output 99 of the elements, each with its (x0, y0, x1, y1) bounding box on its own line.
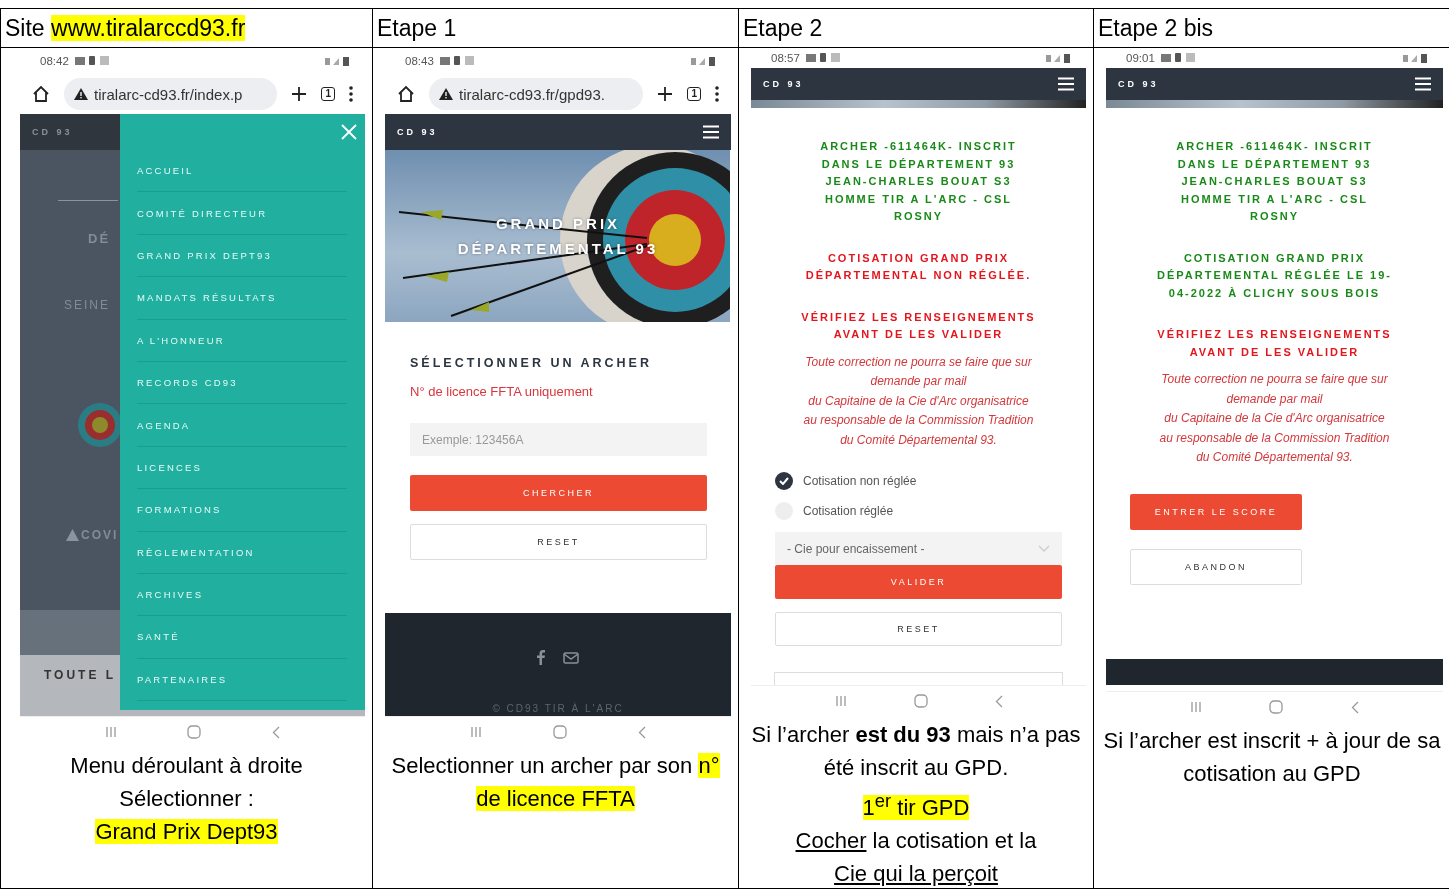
outline-button[interactable]: ABANDON (1130, 548, 1302, 585)
check-icon (779, 477, 789, 485)
status-heading: ARCHER -611464K- INSCRIT DANS LE DÉPARTEMENT 93 JEAN-CHARLES BOUAT S3 HOMME TIR A L'ARC - CSL ROSNY (819, 139, 1018, 224)
submit-button[interactable]: CHERCHER (410, 475, 707, 511)
recent-apps-icon[interactable] (1189, 701, 1202, 713)
radio-label: Cotisation réglée (803, 504, 894, 518)
menu-icon[interactable] (703, 125, 719, 139)
signal-battery-drawing (691, 56, 717, 66)
back-icon[interactable] (637, 725, 646, 739)
signal-battery-drawing (1046, 53, 1072, 63)
notice-text: Toute correction ne pourra se faire que sur demande par mail du Capitaine de la Cie d'Arc organisatrice au responsable de la Commission Tradition du Comité Départemental 93. (1158, 371, 1391, 466)
signal-battery-drawing (1403, 53, 1429, 63)
status-heading: VÉRIFIEZ LES RENSEIGNEMENTS AVANT DE LES VALIDER (1156, 327, 1393, 360)
submit-button[interactable]: VALIDER (775, 565, 1062, 599)
site-logo[interactable]: CD 93 (763, 79, 804, 89)
radio-label: Cotisation non réglée (803, 474, 917, 488)
status-time: 08:57 (771, 52, 800, 64)
dropdown-field[interactable]: - Cie pour encaissement - (775, 532, 1062, 565)
menu-icon[interactable] (1415, 77, 1431, 91)
menu-item[interactable]: SANTÉ (137, 616, 347, 659)
menu-item[interactable]: MANDATS RÉSULTATS (137, 277, 347, 320)
site-logo[interactable]: CD 93 (32, 127, 73, 137)
home-button-icon[interactable] (553, 725, 567, 739)
plus-icon[interactable] (657, 86, 674, 102)
menu-item[interactable]: COMITÉ DIRECTEUR (137, 192, 347, 235)
menu-item[interactable]: A L'HONNEUR (137, 319, 347, 362)
home-icon[interactable] (397, 85, 415, 103)
column-header: Etape 2 bis (1098, 14, 1214, 42)
column-header: Site www.tiralarccd93.fr (5, 14, 246, 42)
menu-item[interactable]: ARCHIVES (137, 573, 347, 617)
recent-apps-icon[interactable] (470, 726, 483, 738)
caption-text: Si l’archer est du 93 mais n’a pas été inscrit au GPD. (750, 721, 1082, 782)
caption-text: Grand Prix Dept93 (94, 818, 279, 846)
tab-count-button[interactable]: 1 (321, 87, 335, 101)
plus-icon[interactable] (291, 86, 308, 102)
column-header: Etape 2 (743, 14, 823, 42)
home-icon[interactable] (32, 85, 50, 103)
signal-battery-drawing (325, 56, 351, 66)
notification-icons-drawing (1160, 53, 1197, 63)
recent-apps-icon[interactable] (105, 726, 118, 738)
notification-icons-drawing (805, 53, 842, 63)
home-button-icon[interactable] (187, 725, 202, 739)
menu-item[interactable]: GRAND PRIX DEPT93 (137, 234, 347, 278)
outline-button[interactable]: RESET (775, 612, 1062, 646)
status-heading: VÉRIFIEZ LES RENSEIGNEMENTS AVANT DE LES VALIDER (800, 309, 1037, 342)
caption-text: Cocher la cotisation et la (794, 827, 1038, 856)
menu-icon[interactable] (1058, 77, 1074, 91)
home-button-icon[interactable] (1269, 700, 1284, 714)
status-heading: ARCHER -611464K- INSCRIT DANS LE DÉPARTEMENT 93 JEAN-CHARLES BOUAT S3 HOMME TIR A L'ARC - CSL ROSNY (1175, 139, 1374, 224)
license-input[interactable]: Exemple: 123456A (410, 423, 707, 456)
status-time: 09:01 (1126, 52, 1155, 64)
chevron-down-icon (1038, 545, 1050, 552)
notification-icons-drawing (439, 56, 476, 66)
more-options-icon[interactable] (349, 86, 353, 102)
heading-fragment: DÉ (88, 231, 112, 246)
more-options-icon[interactable] (715, 86, 719, 102)
menu-item[interactable]: FORMATIONS (137, 489, 347, 532)
menu-item[interactable]: RÈGLEMENTATION (137, 531, 347, 574)
outline-button[interactable]: RESET (410, 524, 707, 560)
address-bar[interactable]: tiralarc-cd93.fr/index.p (64, 78, 278, 110)
home-button-icon[interactable] (913, 694, 928, 708)
column-header: Etape 1 (377, 14, 457, 42)
copyright-text: © CD93 TIR À L'ARC (492, 703, 624, 716)
caption-text: Si l’archer est inscrit + à jour de sa cotisation au GPD (1102, 727, 1442, 788)
notice-fragment: COVI (81, 528, 119, 542)
menu-item[interactable]: RECORDS CD93 (137, 361, 347, 405)
close-icon[interactable] (341, 124, 357, 140)
address-bar[interactable]: tiralarc-cd93.fr/gpd93. (429, 78, 644, 110)
tab-count-button[interactable]: 1 (687, 87, 701, 101)
status-heading: COTISATION GRAND PRIX DÉPARTEMENTAL NON RÉGLÉE. (804, 250, 1033, 283)
back-icon[interactable] (271, 725, 280, 739)
warning-icon (66, 529, 79, 541)
menu-item[interactable]: AGENDA (137, 404, 347, 447)
menu-item[interactable]: PARTENAIRES (137, 658, 347, 702)
menu-item[interactable]: LICENCES (137, 446, 347, 490)
caption-text: Cie qui la perçoit (833, 860, 999, 888)
site-logo[interactable]: CD 93 (1118, 79, 1159, 89)
facebook-icon[interactable] (537, 650, 545, 665)
caption-text: Menu déroulant à droite (69, 752, 304, 780)
status-time: 08:42 (40, 55, 69, 67)
recent-apps-icon[interactable] (834, 695, 847, 707)
menu-item[interactable]: ACCUEIL (137, 150, 347, 193)
caption-text: Sélectionner : (118, 785, 255, 813)
hint-text: N° de licence FFTA uniquement (410, 384, 594, 399)
notification-icons-drawing (74, 56, 111, 66)
mail-icon[interactable] (563, 651, 579, 664)
status-heading: COTISATION GRAND PRIX DÉPARTEMENTAL RÉGLÉE LE 19- 04-2022 À CLICHY SOUS BOIS (1156, 250, 1393, 301)
back-icon[interactable] (1351, 700, 1360, 714)
caption-text: Selectionner un archer par son n° de licence FFTA (390, 752, 721, 813)
warning-icon (439, 88, 453, 100)
section-fragment: TOUTE L (44, 668, 117, 682)
notice-text: Toute correction ne pourra se faire que sur demande par mail du Capitaine de la Cie d'Arc organisatrice au responsable de la Commission Tradition du Comité Départemental 93. (802, 353, 1035, 449)
site-logo[interactable]: CD 93 (397, 127, 438, 137)
radio-button[interactable] (775, 472, 793, 490)
warning-icon (74, 88, 88, 100)
section-title: SÉLECTIONNER UN ARCHER (410, 356, 653, 370)
submit-button[interactable]: ENTRER LE SCORE (1130, 493, 1302, 530)
status-time: 08:43 (405, 55, 434, 67)
back-icon[interactable] (994, 694, 1003, 708)
